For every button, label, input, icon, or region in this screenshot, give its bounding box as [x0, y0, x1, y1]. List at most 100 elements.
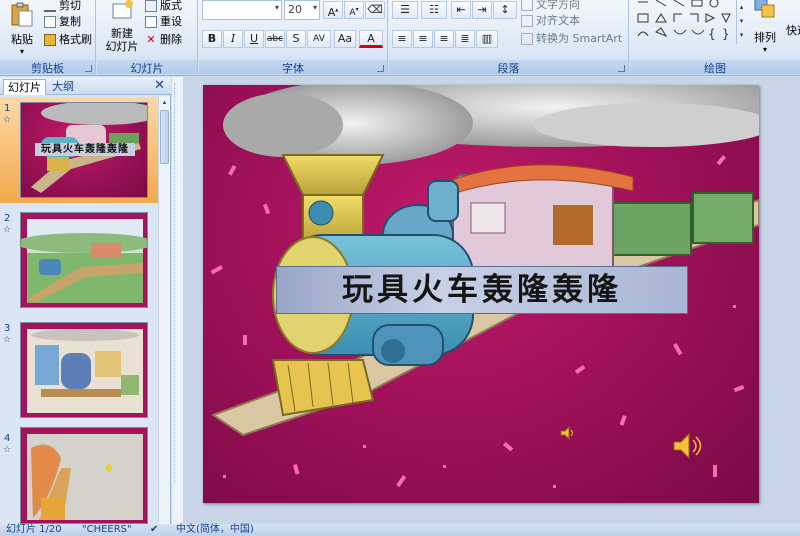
tab-slides[interactable]: 幻灯片: [3, 79, 46, 95]
numbering-button[interactable]: ☷: [421, 1, 447, 19]
numbering-icon: ☷: [429, 3, 439, 16]
animation-star-icon: ☆: [3, 225, 12, 235]
align-left-button[interactable]: ≡: [392, 30, 412, 48]
text-direction-icon: [521, 0, 533, 11]
chevron-down-icon: ▾: [19, 47, 24, 56]
drawing-group: {} ▴▾▾ 排列 ▾ 快速 绘图: [630, 0, 800, 76]
sound-icon[interactable]: [559, 425, 575, 441]
arrange-icon: [754, 0, 775, 18]
slides-group: 新建 幻灯片 版式 重设 ✕ 删除 幻灯片: [97, 0, 198, 76]
columns-button[interactable]: ▥: [476, 30, 498, 48]
align-text-label: 对齐文本: [536, 14, 580, 27]
speaker-icon[interactable]: [671, 430, 703, 462]
font-size-field[interactable]: 20 ▾: [284, 0, 320, 20]
bold-button[interactable]: B: [202, 30, 222, 48]
align-center-button[interactable]: ≡: [413, 30, 433, 48]
thumbnail-image: [20, 322, 148, 418]
delete-button[interactable]: ✕ 删除: [145, 31, 182, 47]
justify-icon: ≣: [460, 32, 470, 45]
paragraph-group: ☰ ☷ ⇤ ⇥ ↕ 文字方向 对齐文本 转换为 SmartArt ≡ ≡ ≡ ≣…: [389, 0, 629, 76]
paste-label: 粘贴: [11, 33, 33, 46]
thumbnail-slide-3[interactable]: 3 ☆: [0, 317, 160, 423]
clipboard-group: 粘贴 ▾ 剪切 复制 格式刷 剪贴板: [0, 0, 96, 76]
editor-ruler-scrollbar[interactable]: [172, 77, 184, 524]
grow-font-button[interactable]: A▴: [323, 1, 343, 19]
text-shadow-button[interactable]: S: [286, 30, 306, 48]
italic-button[interactable]: I: [223, 30, 243, 48]
text-direction-label: 文字方向: [536, 0, 580, 11]
bullets-button[interactable]: ☰: [392, 1, 418, 19]
arrange-button[interactable]: 排列 ▾: [750, 0, 780, 54]
clipboard-group-label: 剪贴板: [0, 60, 95, 75]
slides-group-label: 幻灯片: [97, 60, 197, 75]
thumbnail-tunnel-art: [27, 434, 143, 520]
passenger-car-door: [553, 205, 593, 245]
copy-button[interactable]: 复制: [44, 13, 81, 29]
smartart-button[interactable]: 转换为 SmartArt: [521, 30, 622, 46]
slide-canvas[interactable]: 玩具火车轰隆轰隆: [203, 85, 759, 503]
paste-icon: [11, 2, 33, 27]
shrink-font-icon: A▾: [349, 6, 359, 18]
font-group-label: 字体: [199, 60, 387, 75]
theme-name: "CHEERS": [82, 524, 132, 535]
chimney: [281, 154, 385, 196]
delete-label: 删除: [160, 33, 182, 46]
copy-icon: [44, 16, 56, 28]
thumbnail-image: [20, 427, 148, 524]
reset-button[interactable]: 重设: [145, 13, 182, 29]
format-painter-button[interactable]: 格式刷: [44, 31, 92, 47]
font-color-button[interactable]: A: [359, 30, 383, 48]
shapes-gallery-scroll[interactable]: ▴ ▾ ▾: [736, 0, 746, 44]
paste-button[interactable]: 粘贴 ▾: [6, 2, 38, 56]
change-case-button[interactable]: Aa: [334, 30, 356, 48]
tab-outline[interactable]: 大纲: [48, 79, 78, 95]
close-icon[interactable]: ✕: [154, 78, 165, 93]
increase-indent-button[interactable]: ⇥: [472, 1, 492, 19]
paragraph-group-label: 段落: [389, 60, 628, 75]
shrink-font-button[interactable]: A▾: [344, 1, 364, 19]
panel-scrollbar[interactable]: ▴: [158, 96, 170, 524]
brush-icon: [44, 34, 56, 46]
line-spacing-button[interactable]: ↕: [493, 1, 517, 19]
underline-button[interactable]: U: [244, 30, 264, 48]
align-right-button[interactable]: ≡: [434, 30, 454, 48]
vertical-ruler: [174, 83, 181, 483]
align-text-button[interactable]: 对齐文本: [521, 12, 580, 28]
language[interactable]: 中文(简体，中国): [176, 524, 254, 536]
thumbnail-title: 玩具火车轰隆轰隆: [35, 143, 135, 156]
decrease-indent-icon: ⇤: [456, 3, 466, 16]
slide-title[interactable]: 玩具火车轰隆轰隆: [276, 266, 688, 314]
layout-icon: [145, 0, 157, 12]
justify-button[interactable]: ≣: [455, 30, 475, 48]
shapes-gallery[interactable]: {}: [634, 0, 746, 46]
text-direction-button[interactable]: 文字方向: [521, 0, 580, 12]
scroll-up-icon[interactable]: ▴: [160, 98, 169, 108]
layout-button[interactable]: 版式: [145, 0, 182, 13]
decrease-indent-button[interactable]: ⇤: [451, 1, 471, 19]
clipboard-launcher-icon[interactable]: [85, 65, 92, 72]
slide-count: 幻灯片 1/20: [6, 524, 62, 535]
scissors-icon: [44, 0, 56, 12]
svg-text:}: }: [722, 27, 730, 41]
char-spacing-button[interactable]: AV: [307, 30, 331, 48]
scroll-thumb[interactable]: [160, 110, 169, 164]
paragraph-launcher-icon[interactable]: [618, 65, 625, 72]
cut-button[interactable]: 剪切: [44, 0, 81, 13]
spellcheck-icon[interactable]: ✔: [150, 524, 158, 536]
font-launcher-icon[interactable]: [377, 65, 384, 72]
chevron-down-icon: ▾: [274, 3, 279, 12]
new-slide-button[interactable]: 新建 幻灯片: [103, 0, 141, 53]
strikethrough-button[interactable]: abc: [265, 30, 285, 48]
font-name-field[interactable]: ▾: [202, 0, 282, 20]
clear-format-button[interactable]: ⌫: [365, 1, 385, 19]
slide-number: 2: [4, 213, 11, 224]
thumbnail-slide-1[interactable]: 1 ☆ 玩具火车轰隆轰隆: [0, 97, 160, 203]
panel-tabs: 幻灯片 大纲 ✕: [0, 77, 171, 95]
thumbnail-slide-2[interactable]: 2 ☆: [0, 207, 160, 313]
thumbnail-slide-4[interactable]: 4 ☆: [0, 427, 160, 527]
animation-star-icon: ☆: [3, 115, 12, 125]
new-slide-label: 新建 幻灯片: [105, 27, 139, 53]
bullets-icon: ☰: [400, 3, 410, 16]
quick-styles-button[interactable]: 快速: [782, 22, 800, 38]
slides-panel: 幻灯片 大纲 ✕ 1 ☆ 玩具火车轰隆轰隆 2 ☆ 3 ☆ 4 ☆ ▴: [0, 77, 171, 524]
